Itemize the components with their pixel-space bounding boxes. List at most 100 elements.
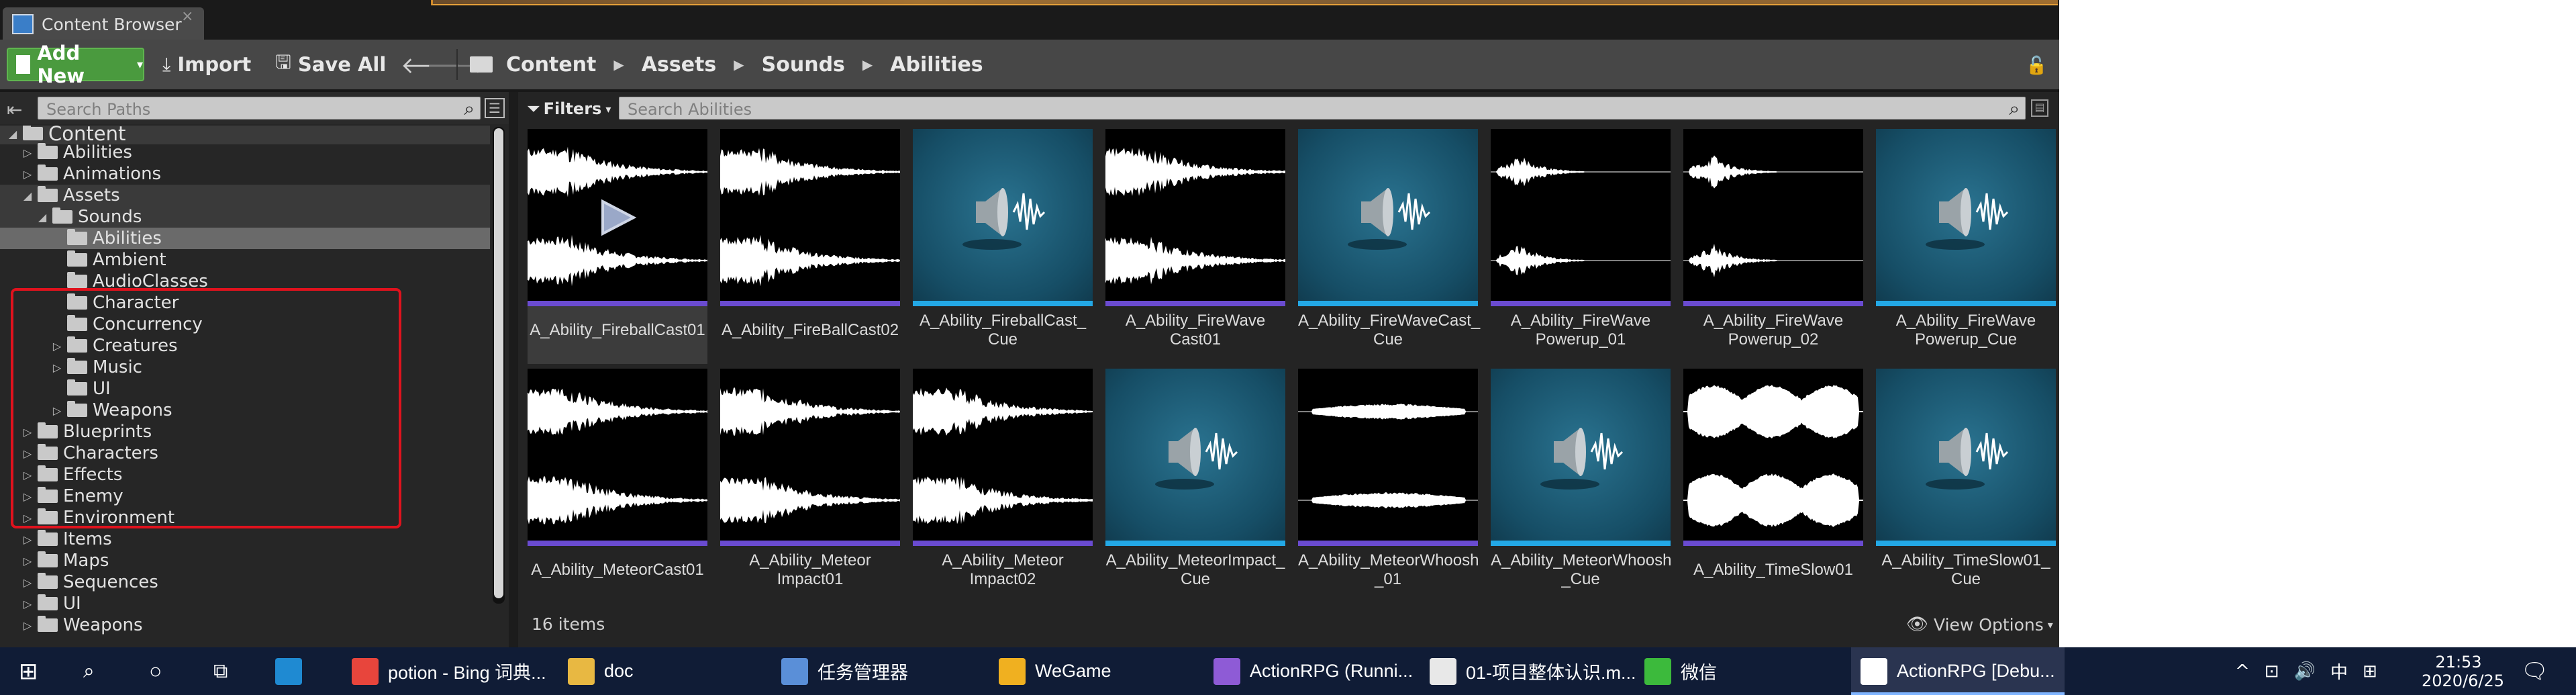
tree-item-label: Items (63, 529, 112, 549)
scrollbar-thumb[interactable] (494, 128, 503, 598)
sound-wave-tile[interactable]: A_Ability_FireballCast01 (528, 129, 707, 364)
folder-icon (470, 56, 493, 73)
keyboard-icon[interactable]: ⊞ (2363, 661, 2377, 682)
viewport-preview (431, 0, 2058, 5)
folder-icon (38, 573, 58, 589)
tree-item[interactable]: ◢ Assets (0, 185, 490, 206)
search-icon[interactable]: ⌕ (83, 647, 95, 695)
waveform-thumbnail (528, 369, 707, 546)
asset-type-bar (1105, 301, 1285, 306)
sound-cue-tile[interactable]: A_Ability_FireballCast_ Cue (913, 129, 1093, 364)
expand-arrow-icon[interactable]: ▷ (20, 555, 35, 567)
import-button[interactable]: ⤓ Import (162, 48, 251, 81)
expand-arrow-icon[interactable]: ▷ (20, 146, 35, 159)
taskbar-app-visual-studio[interactable]: ActionRPG (Runni... (1204, 647, 1422, 695)
clock[interactable]: 21:53 2020/6/25 (2422, 653, 2505, 690)
taskbar-app-chrome[interactable]: potion - Bing 词典... (342, 647, 556, 695)
asset-name: A_Ability_MeteorWhoosh _Cue (1491, 551, 1672, 588)
view-options-label: View Options (1934, 614, 2044, 635)
tree-item[interactable]: ▷ Animations (0, 163, 490, 185)
sound-cue-tile[interactable]: A_Ability_TimeSlow01_ Cue (1876, 369, 2056, 604)
taskbar-app-wechat[interactable]: 微信 (1635, 647, 1726, 695)
task-view-icon[interactable]: ⧉ (213, 647, 228, 695)
taskbar-app-folder[interactable]: doc (558, 647, 643, 695)
tree-item[interactable]: ▷ UI (0, 593, 490, 614)
sound-wave-tile[interactable]: A_Ability_FireWave Powerup_01 (1491, 129, 1671, 364)
sound-wave-tile[interactable]: A_Ability_TimeSlow01 (1683, 369, 1863, 604)
sound-wave-tile[interactable]: A_Ability_FireWave Powerup_02 (1683, 129, 1863, 364)
collapse-sources-icon[interactable]: ⇤ (7, 99, 22, 121)
volume-icon[interactable]: 🔊 (2294, 661, 2316, 682)
tree-item[interactable]: ▷ Weapons (0, 614, 490, 636)
tree-scrollbar[interactable] (493, 127, 505, 604)
asset-type-bar (1105, 541, 1285, 546)
expand-arrow-icon[interactable]: ▷ (20, 168, 35, 181)
close-icon[interactable]: × (181, 8, 193, 25)
expand-arrow-icon[interactable]: ◢ (5, 128, 20, 140)
asset-type-bar (720, 541, 900, 546)
tree-item[interactable]: Ambient (0, 249, 490, 271)
add-new-button[interactable]: Add New ▾ (7, 42, 144, 87)
asset-name: A_Ability_MeteorWhoosh _01 (1298, 551, 1479, 588)
sound-cue-tile[interactable]: A_Ability_FireWave Powerup_Cue (1876, 129, 2056, 364)
assets-search-input[interactable]: Search Abilities ⌕ (619, 97, 2026, 120)
breadcrumb-item[interactable]: Sounds (762, 53, 845, 77)
content-browser-icon (12, 14, 34, 34)
sound-cue-tile[interactable]: A_Ability_MeteorWhoosh _Cue (1491, 369, 1671, 604)
filters-button[interactable]: ⏷ Filters ▾ (528, 97, 611, 120)
tree-item-label: Weapons (63, 615, 143, 635)
tree-item[interactable]: ◢ Sounds (0, 206, 490, 228)
taskbar-app-typora[interactable]: 01-项目整体认识.m... (1420, 647, 1646, 695)
tree-item[interactable]: ▷ Items (0, 528, 490, 550)
expand-arrow-icon[interactable]: ▷ (20, 598, 35, 610)
breadcrumb-item[interactable]: Content (506, 53, 596, 77)
sound-wave-tile[interactable]: A_Ability_Meteor Impact02 (913, 369, 1093, 604)
sound-wave-tile[interactable]: A_Ability_FireBallCast02 (720, 129, 900, 364)
lock-icon[interactable]: 🔓 (2026, 56, 2047, 76)
path-view-options-icon[interactable]: ☰ (485, 98, 505, 118)
asset-name: A_Ability_MeteorCast01 (531, 561, 704, 579)
sound-wave-tile[interactable]: A_Ability_MeteorWhoosh _01 (1298, 369, 1479, 604)
taskbar-app-wegame[interactable]: WeGame (989, 647, 1121, 695)
speaker-icon (913, 129, 1093, 306)
vscode-icon[interactable] (275, 647, 311, 695)
sound-cue-tile[interactable]: A_Ability_MeteorImpact_ Cue (1105, 369, 1285, 604)
show-hidden-icons[interactable]: ^ (2235, 661, 2250, 682)
clock-date: 2020/6/25 (2422, 671, 2505, 690)
expand-arrow-icon[interactable]: ▷ (20, 533, 35, 546)
network-icon[interactable]: ⊡ (2265, 661, 2279, 682)
expand-arrow-icon[interactable]: ▷ (20, 619, 35, 632)
save-search-icon[interactable]: ▤ (2031, 99, 2048, 117)
sound-wave-tile[interactable]: A_Ability_Meteor Impact01 (720, 369, 900, 604)
tree-item[interactable]: Abilities (0, 228, 490, 249)
sound-wave-tile[interactable]: A_Ability_FireWave Cast01 (1105, 129, 1285, 364)
tree-item[interactable]: ▷ Maps (0, 550, 490, 571)
paths-search-input[interactable]: Search Paths ⌕ (38, 97, 481, 120)
taskbar-app-unreal[interactable]: ActionRPG [Debu... (1851, 647, 2065, 695)
waveform-thumbnail (720, 129, 900, 306)
taskbar-app-task-manager[interactable]: 任务管理器 (772, 647, 918, 695)
waveform-thumbnail (1298, 369, 1478, 546)
waveform-thumbnail (720, 369, 900, 546)
tree-item[interactable]: ▷ Sequences (0, 571, 490, 593)
cortana-icon[interactable]: ○ (149, 647, 162, 695)
sound-cue-tile[interactable]: A_Ability_FireWaveCast_ Cue (1298, 129, 1480, 364)
expand-arrow-icon[interactable]: ▷ (20, 576, 35, 589)
expand-arrow-icon[interactable]: ◢ (35, 211, 50, 224)
desktop-background (2059, 0, 2576, 647)
save-all-button[interactable]: 🖫 Save All (275, 48, 386, 81)
sound-wave-tile[interactable]: A_Ability_MeteorCast01 (528, 369, 707, 604)
paths-search-placeholder: Search Paths (46, 100, 151, 119)
expand-arrow-icon[interactable]: ◢ (20, 189, 35, 202)
panel-splitter[interactable] (509, 92, 518, 647)
notification-icon[interactable]: 🗨 (2521, 658, 2548, 684)
tab-content-browser[interactable]: Content Browser (3, 7, 204, 41)
breadcrumb-item[interactable]: Assets (642, 53, 716, 77)
breadcrumb-item[interactable]: Abilities (890, 53, 983, 77)
view-options-button[interactable]: 👁 View Options ▾ (1906, 614, 2053, 635)
input-method-icon[interactable]: 中 (2330, 659, 2348, 684)
waveform-thumbnail (1105, 129, 1285, 306)
tree-item[interactable]: ▷ Abilities (0, 142, 490, 163)
windows-start-icon[interactable]: ⊞ (19, 647, 38, 695)
filters-row: ⏷ Filters ▾ Search Abilities ⌕ ▤ (518, 92, 2059, 124)
